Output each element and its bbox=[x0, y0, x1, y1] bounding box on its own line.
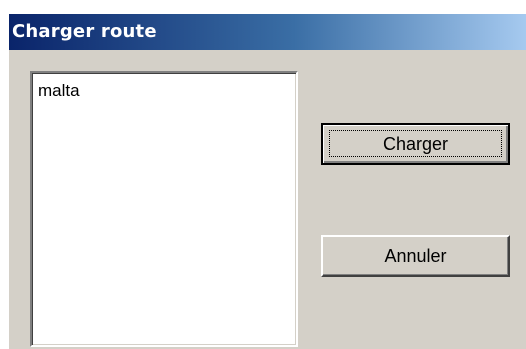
route-listbox[interactable]: malta bbox=[30, 71, 298, 347]
load-button[interactable]: Charger bbox=[321, 123, 510, 165]
dialog-title: Charger route bbox=[12, 21, 157, 42]
title-bar[interactable]: Charger route bbox=[9, 14, 526, 50]
charger-route-dialog: Charger route malta Charger Annuler bbox=[8, 13, 526, 349]
cancel-button[interactable]: Annuler bbox=[321, 235, 510, 277]
cancel-button-label: Annuler bbox=[384, 246, 447, 266]
list-item-route[interactable]: malta bbox=[38, 81, 80, 101]
load-button-label: Charger bbox=[382, 134, 449, 154]
